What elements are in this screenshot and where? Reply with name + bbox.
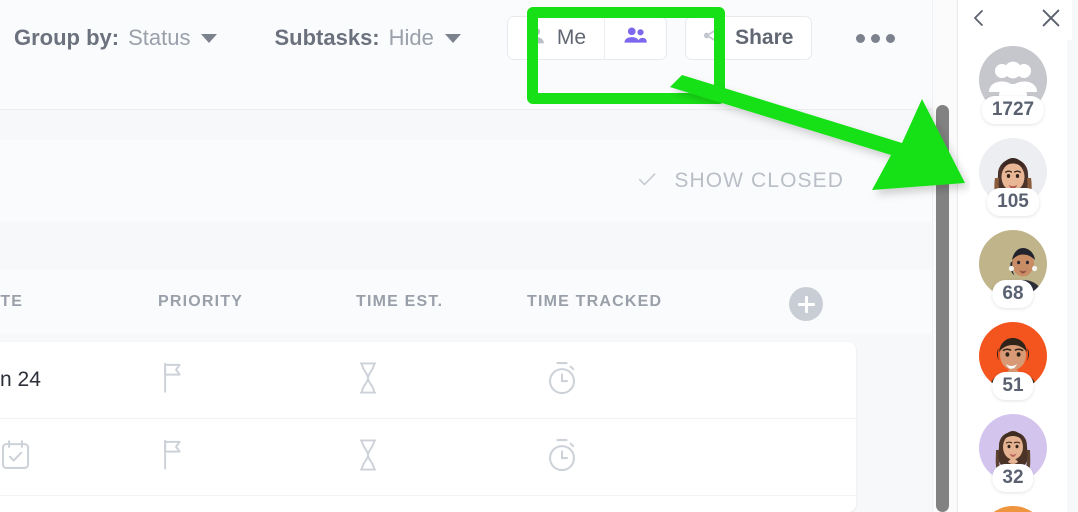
member-avatar-list: 1727 105 68 51 32 bbox=[958, 40, 1067, 512]
share-icon bbox=[701, 24, 724, 52]
cell-time-tracked[interactable] bbox=[545, 360, 579, 401]
avatar-member-5[interactable] bbox=[958, 506, 1068, 512]
view-toolbar: Group by: Status Subtasks: Hide Me Share bbox=[0, 0, 956, 110]
me-filter-label: Me bbox=[556, 26, 587, 49]
column-header-time-tracked[interactable]: TIME TRACKED bbox=[527, 293, 662, 311]
subtasks-control[interactable]: Subtasks: Hide bbox=[268, 25, 466, 51]
group-by-label: Group by: bbox=[14, 25, 120, 50]
flag-icon bbox=[158, 438, 188, 477]
cell-priority[interactable] bbox=[158, 361, 188, 400]
show-closed-toggle[interactable]: SHOW CLOSED bbox=[636, 168, 844, 195]
avatar-member-3[interactable]: 51 bbox=[958, 322, 1068, 414]
column-header-time-est[interactable]: TIME EST. bbox=[356, 293, 443, 311]
chevron-left-icon bbox=[968, 7, 990, 34]
ellipsis-icon bbox=[871, 33, 881, 43]
chevron-down-icon bbox=[444, 33, 461, 43]
ellipsis-icon bbox=[886, 33, 896, 43]
calendar-check-icon bbox=[0, 439, 31, 476]
cell-time-tracked[interactable] bbox=[545, 437, 579, 478]
member-count-badge: 32 bbox=[992, 464, 1034, 492]
group-by-value: Status bbox=[128, 25, 191, 50]
show-closed-label: SHOW CLOSED bbox=[674, 169, 844, 192]
sidebar-topbar bbox=[958, 0, 1072, 40]
table-row[interactable] bbox=[0, 419, 856, 496]
share-label: Share bbox=[735, 26, 794, 49]
ellipsis-icon bbox=[856, 33, 866, 43]
check-icon bbox=[636, 168, 658, 195]
column-header-date[interactable]: DATE bbox=[0, 293, 23, 311]
me-people-toggle: Me bbox=[506, 16, 668, 60]
people-filter-button[interactable] bbox=[604, 17, 667, 59]
member-count-badge: 105 bbox=[987, 188, 1039, 216]
cell-date[interactable] bbox=[0, 439, 31, 476]
cell-date[interactable]: n 24 bbox=[0, 368, 41, 392]
avatar-member-1[interactable]: 105 bbox=[958, 138, 1068, 230]
column-header-priority[interactable]: PRIORITY bbox=[158, 293, 243, 311]
flag-icon bbox=[158, 361, 188, 400]
stopwatch-icon bbox=[545, 437, 579, 478]
task-table-body: n 24 bbox=[0, 342, 856, 512]
members-sidebar: 1727 105 68 51 32 bbox=[957, 0, 1072, 512]
member-count-badge: 1727 bbox=[981, 96, 1045, 124]
me-filter-button[interactable]: Me bbox=[507, 17, 605, 59]
more-options-button[interactable] bbox=[846, 24, 905, 53]
share-button[interactable]: Share bbox=[685, 16, 813, 60]
add-column-button[interactable] bbox=[789, 287, 823, 321]
vertical-scrollbar-thumb[interactable] bbox=[936, 105, 949, 512]
table-header: DATE PRIORITY TIME EST. TIME TRACKED bbox=[0, 270, 956, 334]
cell-priority[interactable] bbox=[158, 438, 188, 477]
sidebar-close-button[interactable] bbox=[1030, 0, 1072, 40]
sidebar-collapse-button[interactable] bbox=[958, 0, 1000, 40]
member-count-badge: 68 bbox=[992, 280, 1034, 308]
avatar-member-4[interactable]: 32 bbox=[958, 414, 1068, 506]
subtasks-label: Subtasks: bbox=[274, 25, 380, 50]
avatar bbox=[979, 506, 1047, 512]
due-date-value: n 24 bbox=[0, 368, 41, 391]
member-count-badge: 51 bbox=[992, 372, 1034, 400]
hourglass-icon bbox=[355, 438, 381, 477]
group-by-control[interactable]: Group by: Status bbox=[8, 25, 223, 51]
stopwatch-icon bbox=[545, 360, 579, 401]
close-icon bbox=[1039, 6, 1063, 35]
table-row[interactable]: n 24 bbox=[0, 342, 856, 419]
person-icon bbox=[526, 25, 547, 51]
cell-time-est[interactable] bbox=[355, 361, 381, 400]
chevron-down-icon bbox=[201, 33, 218, 43]
avatar-member-2[interactable]: 68 bbox=[958, 230, 1068, 322]
subtasks-value: Hide bbox=[388, 25, 434, 50]
people-icon bbox=[623, 25, 648, 51]
app-root: Group by: Status Subtasks: Hide Me Share… bbox=[0, 0, 1078, 512]
avatar-all-members[interactable]: 1727 bbox=[958, 46, 1068, 138]
hourglass-icon bbox=[355, 361, 381, 400]
cell-time-est[interactable] bbox=[355, 438, 381, 477]
show-closed-row: SHOW CLOSED bbox=[0, 140, 956, 222]
